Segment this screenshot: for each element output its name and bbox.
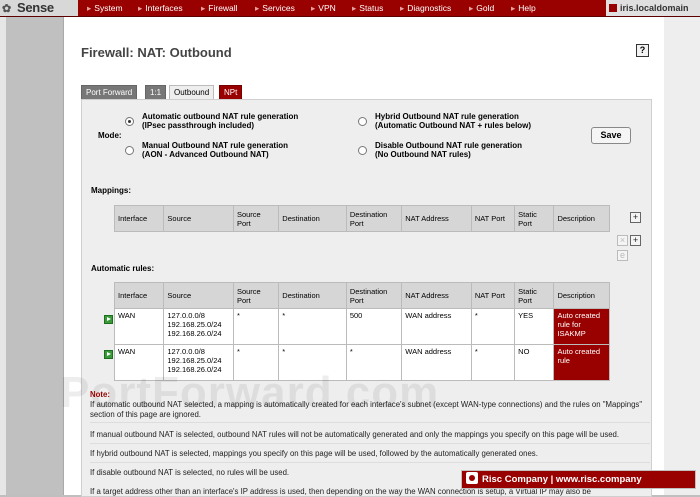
col-destination[interactable]: Destination <box>278 205 347 232</box>
mode-label: Mode: <box>98 131 122 140</box>
col-description[interactable]: Description <box>553 282 610 309</box>
col-source-port[interactable]: Source Port <box>232 282 280 309</box>
mode-hybrid-label: Hybrid Outbound NAT rule generation (Auto… <box>375 112 532 130</box>
nav-system[interactable]: ▸ System <box>87 0 123 16</box>
table-row[interactable]: WAN 127.0.0.0/8 192.168.25.0/24 192.168.26… <box>113 308 610 345</box>
note-automatic: If automatic outbound NAT selected, a ma… <box>90 400 643 419</box>
note-hybrid: If hybrid outbound NAT is selected, mapp… <box>90 449 538 458</box>
note-divider <box>90 422 650 423</box>
tab-npt[interactable]: NPt <box>219 85 243 99</box>
cell-destination: * <box>278 308 347 345</box>
col-interface[interactable]: Interface <box>113 205 165 232</box>
note-divider <box>90 443 650 444</box>
col-description[interactable]: Description <box>553 205 610 232</box>
logo-text: Sense <box>17 0 54 15</box>
risc-logo-icon <box>466 472 478 485</box>
cell-source: 127.0.0.0/8 192.168.25.0/24 192.168.26.0/2… <box>163 308 234 345</box>
add-mapping-icon[interactable]: + <box>630 212 641 223</box>
note-heading: Note: <box>90 390 110 399</box>
nav-help[interactable]: ▸ Help <box>511 0 536 16</box>
tab-outbound[interactable]: Outbound <box>169 85 215 99</box>
logo-icon: ✿ <box>2 3 12 15</box>
mode-hybrid-radio[interactable] <box>358 117 367 126</box>
cell-source-port: * <box>232 308 280 345</box>
mode-automatic-radio[interactable] <box>125 117 134 126</box>
delete-mapping-icon[interactable]: × <box>617 235 628 246</box>
pfsense-logo[interactable]: ✿ Sense <box>0 0 78 16</box>
mode-automatic-label: Automatic outbound NAT rule generation (I… <box>142 112 299 130</box>
hostname: iris.localdomain <box>620 3 689 13</box>
top-nav-bar: ✿ Sense ▸ System ▸ Interfaces ▸ Firewall ▸ S… <box>0 0 700 17</box>
col-source[interactable]: Source <box>163 282 234 309</box>
col-source[interactable]: Source <box>163 205 234 232</box>
cell-description: Auto created rule for ISAKMP <box>553 308 610 345</box>
edit-mapping-icon[interactable]: e <box>617 250 628 261</box>
nav-interfaces[interactable]: ▸ Interfaces <box>138 0 183 16</box>
mappings-table: Interface Source Source Port Destination… <box>113 205 610 232</box>
col-nat-address[interactable]: NAT Address <box>401 205 472 232</box>
tab-one-to-one[interactable]: 1:1 <box>145 85 167 99</box>
host-icon <box>609 4 617 12</box>
col-destination-port[interactable]: Destination Port <box>345 282 403 309</box>
col-nat-address[interactable]: NAT Address <box>401 282 472 309</box>
risc-company-banner: Risc Company | www.risc.company <box>461 470 696 489</box>
mode-disable-label: Disable Outbound NAT rule generation (No … <box>375 141 522 159</box>
nav-diagnostics[interactable]: ▸ Diagnostics <box>400 0 451 16</box>
rule-enabled-icon[interactable] <box>104 348 113 361</box>
mode-disable-radio[interactable] <box>358 146 367 155</box>
cell-destination-port: 500 <box>345 308 403 345</box>
col-static-port[interactable]: Static Port <box>514 282 555 309</box>
col-static-port[interactable]: Static Port <box>514 205 555 232</box>
hostname-box: iris.localdomain <box>606 0 700 16</box>
cell-nat-port: * <box>470 308 516 345</box>
cell-static-port: YES <box>514 308 555 345</box>
col-nat-port[interactable]: NAT Port <box>470 205 516 232</box>
col-destination[interactable]: Destination <box>278 282 347 309</box>
cell-static-port: NO <box>514 344 555 381</box>
nav-status[interactable]: ▸ Status <box>352 0 383 16</box>
page-title: Firewall: NAT: Outbound <box>81 45 232 60</box>
cell-nat-address: WAN address <box>401 308 472 345</box>
cell-nat-port: * <box>470 344 516 381</box>
automatic-rules-label: Automatic rules: <box>91 264 155 273</box>
automatic-rules-table: Interface Source Source Port Destination… <box>113 282 610 381</box>
nav-vpn[interactable]: ▸ VPN <box>311 0 336 16</box>
cell-interface: WAN <box>113 308 165 345</box>
col-destination-port[interactable]: Destination Port <box>345 205 403 232</box>
rule-enabled-icon[interactable] <box>104 313 113 326</box>
add-mapping-bottom-icon[interactable]: + <box>630 235 641 246</box>
note-divider <box>90 462 650 463</box>
col-source-port[interactable]: Source Port <box>232 205 280 232</box>
mode-manual-label: Manual Outbound NAT rule generation (AON … <box>142 141 289 159</box>
col-nat-port[interactable]: NAT Port <box>470 282 516 309</box>
right-margin <box>664 17 700 495</box>
mode-manual-radio[interactable] <box>125 146 134 155</box>
nav-gold[interactable]: ▸ Gold <box>469 0 494 16</box>
col-interface[interactable]: Interface <box>113 282 165 309</box>
mappings-label: Mappings: <box>91 186 131 195</box>
nav-firewall[interactable]: ▸ Firewall <box>201 0 238 16</box>
cell-description: Auto created rule <box>553 344 610 381</box>
note-manual: If manual outbound NAT is selected, outb… <box>90 430 620 439</box>
left-background <box>6 17 62 495</box>
help-icon[interactable]: ? <box>636 44 649 57</box>
tab-port-forward[interactable]: Port Forward <box>81 85 138 99</box>
save-button[interactable]: Save <box>591 127 631 144</box>
nav-services[interactable]: ▸ Services <box>255 0 295 16</box>
